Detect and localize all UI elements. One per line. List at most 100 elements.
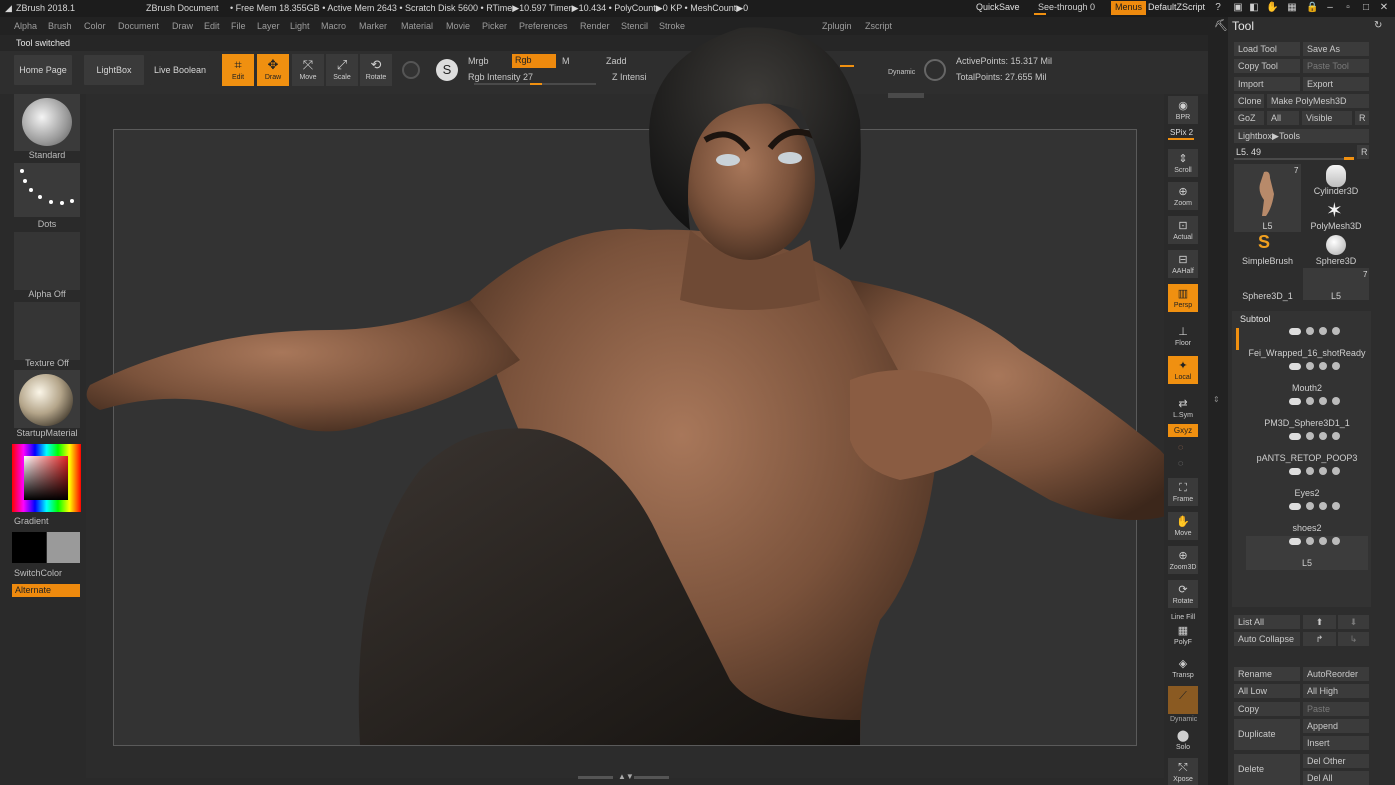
main-color-swatch[interactable] — [12, 532, 46, 563]
copy-tool-button[interactable]: Copy Tool — [1234, 59, 1300, 73]
move-view-button[interactable]: ✋ Move — [1168, 512, 1198, 540]
menu-file[interactable]: File — [231, 21, 246, 31]
brush-tile[interactable] — [14, 94, 80, 151]
menu-preferences[interactable]: Preferences — [519, 21, 568, 31]
zadd-label[interactable]: Zadd — [606, 56, 627, 66]
dynamic-button[interactable]: ⟋ — [1168, 686, 1198, 714]
bpr-button[interactable]: ◉ BPR — [1168, 96, 1198, 124]
secondary-color-swatch[interactable] — [47, 532, 80, 563]
subtool-row[interactable]: pANTS_RETOP_POOP3 — [1246, 431, 1368, 465]
menu-zplugin[interactable]: Zplugin — [822, 21, 852, 31]
tool-palette-title[interactable]: Tool — [1232, 19, 1254, 33]
m-label[interactable]: M — [562, 56, 570, 66]
subtool-row[interactable]: PM3D_Sphere3D1_1 — [1246, 396, 1368, 430]
delete-button[interactable]: Delete — [1234, 754, 1300, 785]
rotate-button[interactable]: ⟲ Rotate — [360, 54, 392, 86]
tool-label-sphere3d-1[interactable]: Sphere3D_1 — [1234, 291, 1301, 301]
subtool-visibility-icons[interactable] — [1284, 362, 1368, 372]
lightbox-tools-button[interactable]: Lightbox▶Tools — [1234, 129, 1369, 143]
live-boolean-button[interactable]: Live Boolean — [150, 55, 210, 85]
axis-y-icon[interactable]: ◌ — [1178, 458, 1183, 468]
close-icon[interactable]: ✕ — [1378, 2, 1390, 14]
menu-macro[interactable]: Macro — [321, 21, 346, 31]
color-picker-square[interactable] — [24, 456, 68, 500]
menu-stroke[interactable]: Stroke — [659, 21, 685, 31]
layout-icon[interactable]: ▣ — [1232, 2, 1244, 14]
zoom-button[interactable]: ⊕ Zoom — [1168, 182, 1198, 210]
texture-tile[interactable] — [14, 302, 80, 360]
palette-icon[interactable]: ◧ — [1248, 2, 1260, 14]
cylinder3d-icon[interactable] — [1326, 165, 1346, 187]
document-frame[interactable] — [113, 129, 1137, 746]
subtool-visibility-icons[interactable] — [1284, 432, 1368, 442]
menu-alpha[interactable]: Alpha — [14, 21, 37, 31]
right-dock-strip[interactable]: ⇕ — [1208, 17, 1228, 785]
menu-movie[interactable]: Movie — [446, 21, 470, 31]
collapse-arrows-icon[interactable]: ▲▼ — [618, 772, 634, 781]
goz-visible-button[interactable]: Visible — [1302, 111, 1352, 125]
auto-reorder-button[interactable]: AutoReorder — [1303, 667, 1369, 681]
menu-document[interactable]: Document — [118, 21, 159, 31]
edit-button[interactable]: ⌗ Edit — [222, 54, 254, 86]
paste-tool-button[interactable]: Paste Tool — [1303, 59, 1369, 73]
tool-label-l5-small[interactable]: L5 — [1303, 291, 1369, 301]
subtool-visibility-icons[interactable] — [1284, 502, 1368, 512]
import-button[interactable]: Import — [1234, 77, 1300, 91]
dynamic-label[interactable]: Dynamic — [888, 69, 915, 76]
z-intensity-label[interactable]: Z Intensi — [612, 72, 647, 82]
xpose-button[interactable]: ⤲ Xpose — [1168, 758, 1198, 785]
tool-slider-track[interactable] — [1234, 158, 1354, 160]
menus-button[interactable]: Menus — [1111, 1, 1147, 15]
home-page-button[interactable]: Home Page — [14, 55, 72, 85]
menu-picker[interactable]: Picker — [482, 21, 507, 31]
subtool-title[interactable]: Subtool — [1240, 314, 1271, 324]
maximize-icon[interactable]: □ — [1360, 2, 1372, 14]
dock-arrow-icon[interactable]: ⇕ — [1213, 395, 1220, 404]
move-down-step-icon[interactable]: ↳ — [1338, 632, 1369, 646]
subtool-row[interactable]: shoes2 — [1246, 501, 1368, 535]
rename-button[interactable]: Rename — [1234, 667, 1300, 681]
auto-collapse-button[interactable]: Auto Collapse — [1234, 632, 1300, 646]
default-zscript-button[interactable]: DefaultZScript — [1144, 1, 1209, 15]
subtool-visibility-icons[interactable] — [1284, 537, 1368, 547]
color-picker[interactable] — [12, 444, 81, 512]
canvas-scroll-bottom[interactable]: ▲▼ — [578, 772, 670, 781]
persp-button[interactable]: ▥ Persp — [1168, 284, 1198, 312]
paste-button[interactable]: Paste — [1303, 702, 1369, 716]
tool-label-cylinder3d[interactable]: Cylinder3D — [1303, 186, 1369, 196]
duplicate-button[interactable]: Duplicate — [1234, 719, 1300, 750]
polymesh3d-icon[interactable]: ✶ — [1326, 198, 1343, 223]
zoom3d-button[interactable]: ⊕ Zoom3D — [1168, 546, 1198, 574]
lock-icon[interactable]: 🔒 — [1306, 2, 1318, 14]
grid-icon[interactable]: ▦ — [1286, 2, 1298, 14]
export-button[interactable]: Export — [1303, 77, 1369, 91]
current-tool-slider[interactable]: L5. 49 — [1236, 147, 1261, 157]
rgb-button[interactable]: Rgb — [512, 54, 556, 68]
gizmo-icon[interactable]: S — [436, 59, 458, 81]
canvas-scroll-top[interactable] — [888, 93, 924, 98]
actual-button[interactable]: ⊡ Actual — [1168, 216, 1198, 244]
move-down-icon[interactable]: ⬇ — [1338, 615, 1369, 629]
lightbox-button[interactable]: LightBox — [84, 55, 144, 85]
lsym-button[interactable]: ⇄ L.Sym — [1168, 394, 1198, 422]
alternate-button[interactable]: Alternate — [12, 584, 80, 597]
stroke-tile[interactable] — [14, 163, 80, 217]
menu-layer[interactable]: Layer — [257, 21, 280, 31]
menu-material[interactable]: Material — [401, 21, 433, 31]
gradient-label[interactable]: Gradient — [14, 516, 49, 526]
draw-button[interactable]: ✥ Draw — [257, 54, 289, 86]
color-sphere-icon[interactable] — [402, 61, 420, 79]
move-up-icon[interactable]: ⬆ — [1303, 615, 1336, 629]
axis-x-icon[interactable]: ◌ — [1178, 442, 1183, 452]
goz-all-button[interactable]: All — [1267, 111, 1299, 125]
solo-button[interactable]: ⬤ Solo — [1168, 726, 1198, 754]
make-polymesh-button[interactable]: Make PolyMesh3D — [1267, 94, 1369, 108]
subtool-row[interactable]: Mouth2 — [1246, 361, 1368, 395]
sculptris-icon[interactable] — [924, 59, 946, 81]
copy-button[interactable]: Copy — [1234, 702, 1300, 716]
menu-edit[interactable]: Edit — [204, 21, 220, 31]
menu-color[interactable]: Color — [84, 21, 106, 31]
help-icon[interactable]: ? — [1212, 2, 1224, 14]
spix-label[interactable]: SPix 2 — [1170, 128, 1193, 137]
subtool-row[interactable]: Eyes2 — [1246, 466, 1368, 500]
